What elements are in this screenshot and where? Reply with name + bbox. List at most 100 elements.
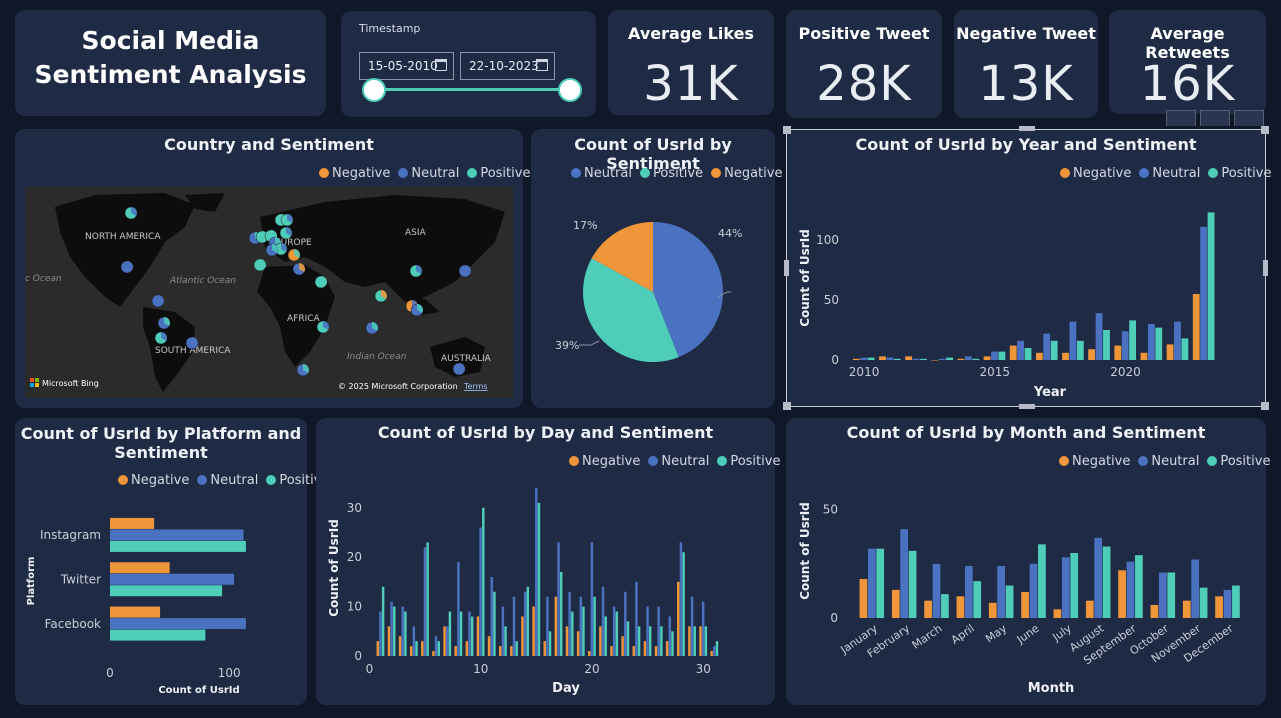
bar-negative[interactable] (532, 606, 535, 656)
bar-negative[interactable] (1021, 592, 1029, 618)
bar-positive[interactable] (1102, 546, 1111, 619)
bar-positive[interactable] (1232, 585, 1240, 619)
bar-negative[interactable] (891, 589, 900, 618)
bar-neutral[interactable] (1094, 537, 1103, 618)
bar-positive[interactable] (1181, 338, 1189, 360)
bar-neutral[interactable] (1158, 572, 1167, 619)
bar-neutral[interactable] (612, 606, 616, 656)
bar-positive[interactable] (393, 606, 396, 656)
resize-handle[interactable] (1019, 126, 1035, 131)
calendar-icon[interactable] (435, 59, 447, 71)
bar-positive[interactable] (493, 591, 496, 656)
bar-positive[interactable] (920, 358, 927, 360)
bar-positive[interactable] (946, 357, 954, 360)
slider-end-handle[interactable] (558, 78, 582, 102)
bar-neutral[interactable] (401, 606, 404, 656)
bar-positive[interactable] (604, 616, 607, 656)
bar-negative[interactable] (699, 626, 702, 656)
bar-neutral[interactable] (423, 547, 427, 656)
bar-negative[interactable] (510, 646, 513, 656)
pie-chart[interactable]: 44% 39% 17% (531, 189, 775, 408)
bar-positive[interactable] (998, 351, 1006, 360)
bar-positive[interactable] (537, 502, 541, 656)
bar-negative[interactable] (1118, 570, 1126, 618)
bar-neutral[interactable] (535, 488, 538, 656)
bar-positive[interactable] (1050, 340, 1058, 360)
bar-negative[interactable] (1035, 352, 1043, 360)
bar-positive[interactable] (615, 611, 619, 656)
bar-negative[interactable] (1215, 596, 1223, 618)
bar-positive[interactable] (110, 540, 246, 552)
slider-track[interactable] (374, 88, 570, 91)
bar-positive[interactable] (908, 550, 917, 618)
bar-neutral[interactable] (501, 606, 505, 656)
bar-neutral[interactable] (546, 596, 549, 656)
bar-negative[interactable] (1166, 344, 1174, 360)
bar-positive[interactable] (437, 641, 441, 656)
bar-neutral[interactable] (624, 591, 627, 656)
bar-negative[interactable] (487, 636, 491, 656)
bar-neutral[interactable] (657, 606, 660, 656)
bar-neutral[interactable] (668, 616, 672, 656)
bar-negative[interactable] (988, 602, 997, 618)
bar-neutral[interactable] (390, 601, 393, 656)
bar-neutral[interactable] (867, 548, 876, 618)
bar-neutral[interactable] (1069, 321, 1077, 360)
bar-neutral[interactable] (568, 591, 571, 656)
bar-positive[interactable] (1167, 572, 1176, 619)
bar-negative[interactable] (1062, 352, 1069, 360)
resize-handle[interactable] (784, 260, 789, 276)
resize-handle[interactable] (783, 402, 791, 410)
bar-positive[interactable] (648, 626, 652, 656)
bar-positive[interactable] (404, 611, 407, 656)
bar-neutral[interactable] (997, 566, 1006, 618)
bar-negative[interactable] (1150, 605, 1159, 618)
bar-negative[interactable] (905, 356, 913, 360)
bar-neutral[interactable] (1191, 559, 1200, 619)
bar-positive[interactable] (548, 631, 552, 656)
bar-neutral[interactable] (964, 566, 973, 618)
focus-mode-icon[interactable] (1200, 110, 1230, 126)
calendar-icon[interactable] (536, 59, 548, 71)
bar-neutral[interactable] (446, 626, 449, 656)
bar-negative[interactable] (1182, 600, 1191, 618)
bar-positive[interactable] (876, 548, 885, 618)
bar-negative[interactable] (576, 631, 580, 656)
bar-positive[interactable] (715, 641, 719, 656)
bar-neutral[interactable] (938, 358, 946, 360)
bar-negative[interactable] (1088, 349, 1096, 360)
bar-positive[interactable] (1070, 553, 1079, 618)
bar-neutral[interactable] (635, 581, 638, 656)
bar-positive[interactable] (671, 631, 674, 656)
slider-start-handle[interactable] (362, 78, 386, 102)
bar-negative[interactable] (610, 646, 613, 656)
bar-neutral[interactable] (468, 611, 471, 656)
bar-positive[interactable] (972, 358, 980, 360)
bar-negative[interactable] (588, 651, 591, 656)
more-options-icon[interactable] (1234, 110, 1264, 126)
bar-positive[interactable] (1103, 330, 1110, 360)
platform-bar-chart[interactable]: Instagram Twitter Facebook 0 100 Count of Usr… (15, 418, 307, 705)
bar-negative[interactable] (1085, 600, 1094, 618)
bar-negative[interactable] (983, 356, 991, 360)
bar-neutral[interactable] (523, 591, 527, 656)
resize-handle[interactable] (1263, 260, 1268, 276)
bar-positive[interactable] (582, 606, 585, 656)
bar-negative[interactable] (632, 646, 635, 656)
bar-positive[interactable] (1135, 555, 1143, 618)
bar-negative[interactable] (476, 616, 480, 656)
bar-negative[interactable] (859, 579, 868, 618)
bar-positive[interactable] (504, 626, 507, 656)
bar-negative[interactable] (654, 646, 658, 656)
bar-positive[interactable] (941, 594, 949, 618)
bar-negative[interactable] (957, 358, 965, 360)
bar-neutral[interactable] (886, 357, 894, 360)
bar-negative[interactable] (432, 651, 435, 656)
bar-neutral[interactable] (110, 529, 244, 541)
bar-positive[interactable] (867, 357, 875, 360)
bar-neutral[interactable] (690, 596, 694, 656)
day-bar-chart[interactable]: 0 10 20 30 0 10 20 30 Day Count of UsrId (316, 418, 775, 705)
world-map[interactable]: NORTH AMERICA EUROPE ASIA AFRICA SOUTH A… (25, 187, 513, 398)
legend-negative[interactable]: Negative (711, 166, 782, 181)
bar-positive[interactable] (682, 552, 685, 656)
